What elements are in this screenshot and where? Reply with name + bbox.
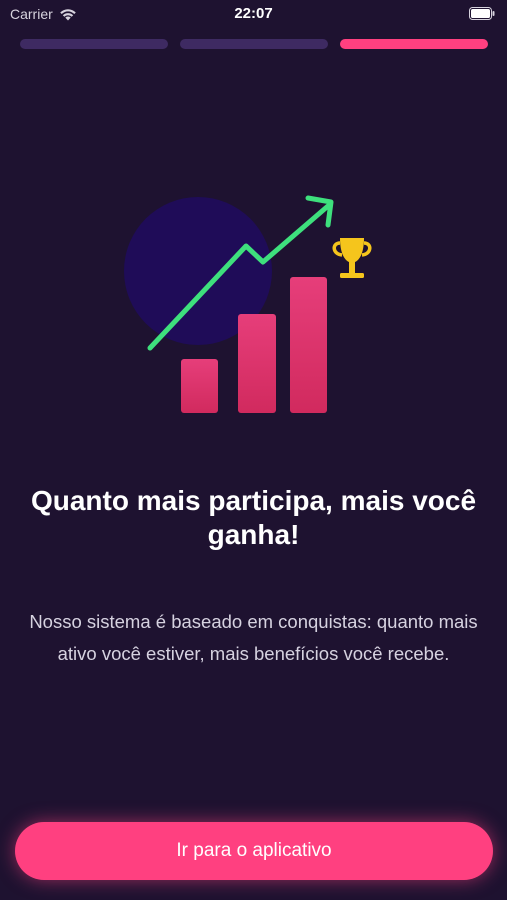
status-bar: Carrier 22:07 <box>0 0 507 28</box>
go-to-app-button[interactable]: Ir para o aplicativo <box>15 822 493 880</box>
status-time: 22:07 <box>234 5 273 22</box>
bar-medium <box>238 314 276 413</box>
trophy-icon <box>332 238 372 278</box>
progress-step <box>180 39 328 49</box>
battery-icon <box>469 7 495 20</box>
bar-small <box>181 359 218 413</box>
progress-step <box>20 39 168 49</box>
onboarding-title: Quanto mais participa, mais você ganha! <box>30 485 477 550</box>
bar-large <box>290 277 327 413</box>
onboarding-description: Nosso sistema é baseado em conquistas: q… <box>29 611 478 664</box>
progress-step <box>340 39 488 49</box>
growth-chart-icon <box>124 195 372 413</box>
onboarding-progress <box>20 39 488 49</box>
